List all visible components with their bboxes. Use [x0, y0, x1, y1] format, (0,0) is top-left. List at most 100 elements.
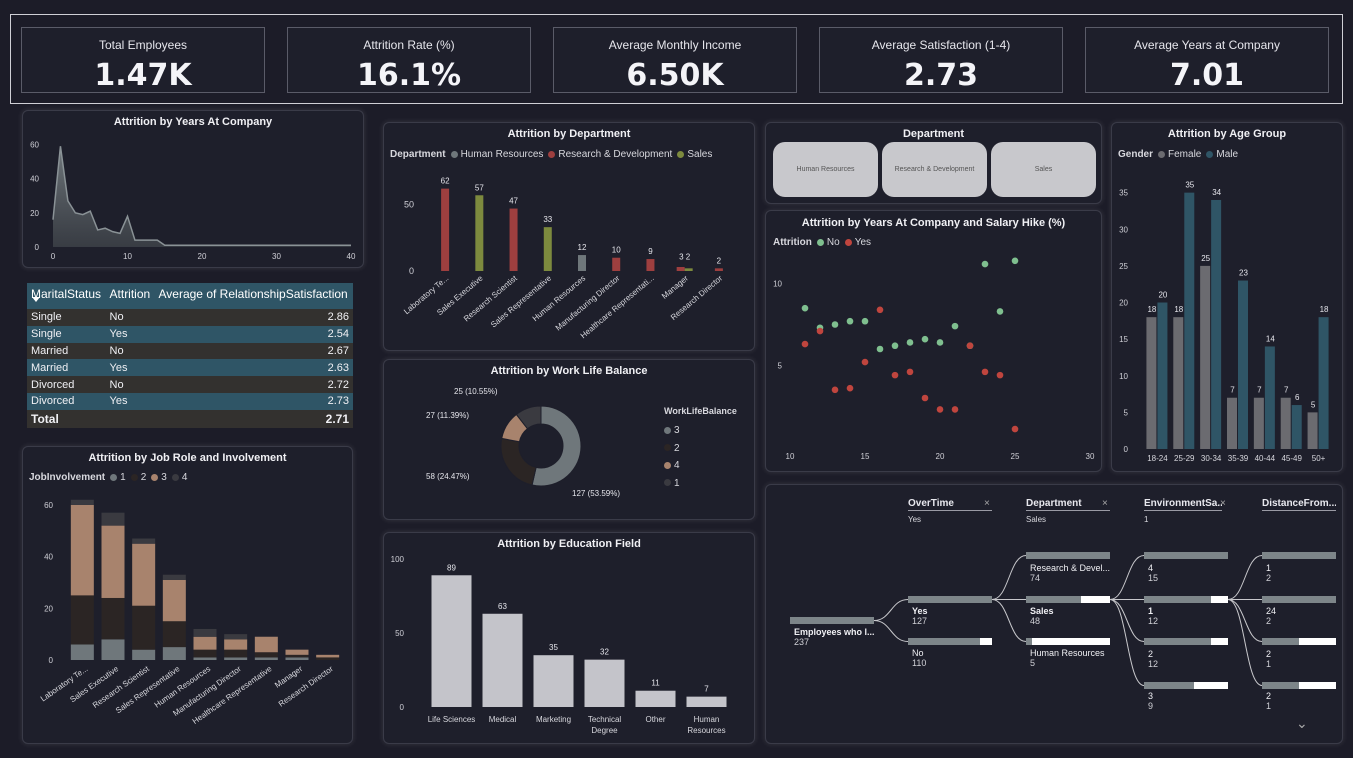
sort-desc-icon[interactable] — [32, 297, 40, 302]
stacked-bar-segment — [224, 634, 248, 640]
bar — [578, 255, 586, 271]
y-tick-label: 0 — [1124, 445, 1129, 454]
education-field-bar-chart: 0 50 100 89 Life Sciences 63 Medical 35 Marketin… — [391, 555, 727, 735]
scatter-point — [906, 368, 914, 376]
tree-node-bar[interactable] — [1144, 682, 1228, 689]
slicer-button-research-development[interactable]: Research & Development — [882, 142, 987, 197]
tree-node-bar[interactable] — [1144, 596, 1228, 603]
attrition-by-department-card[interactable]: Attrition by Department Department Human … — [383, 122, 755, 351]
scatter-point — [846, 317, 854, 325]
years-at-company-card[interactable]: Attrition by Years At Company 0 20 40 60 0 10… — [22, 110, 364, 268]
legend-row[interactable]: 1 — [664, 475, 680, 493]
work-life-balance-card[interactable]: Attrition by Work Life Balance 127 (53.5… — [383, 359, 755, 520]
stacked-bar-segment — [101, 525, 125, 598]
decomposition-tree-card[interactable]: OverTime × Yes Department × Sales Enviro… — [765, 484, 1343, 744]
x-tick-label: 18-24 — [1147, 454, 1168, 463]
table-row[interactable]: Married Yes 2.63 — [27, 359, 353, 377]
column-header[interactable]: Average of RelationshipSatisfaction — [154, 283, 353, 309]
table-cell: Yes — [105, 325, 155, 343]
level-filter: Sales — [1026, 515, 1047, 524]
tree-node-bar[interactable] — [1262, 596, 1336, 603]
scatter-point — [921, 335, 929, 343]
level-header-distance[interactable]: DistanceFrom... — [1262, 498, 1336, 511]
bar — [543, 227, 552, 271]
legend-row[interactable]: 4 — [664, 457, 680, 475]
tree-node-bar[interactable] — [908, 638, 992, 645]
tree-node-bar[interactable] — [1026, 596, 1110, 603]
slicer-button-human-resources[interactable]: Human Resources — [773, 142, 878, 197]
level-header-department[interactable]: Department — [1026, 498, 1110, 511]
age-group-card[interactable]: Attrition by Age Group Gender Female Male … — [1111, 122, 1343, 472]
legend-row[interactable]: 2 — [664, 440, 680, 458]
education-field-card[interactable]: Attrition by Education Field 0 50 100 89 Lif… — [383, 532, 755, 744]
chevron-down-icon[interactable]: ⌄ — [1296, 715, 1308, 732]
table-row[interactable]: Single Yes 2.54 — [27, 325, 353, 343]
tree-node-bar[interactable] — [790, 617, 874, 624]
area-line — [52, 146, 351, 247]
kpi-label: Average Satisfaction (1-4) — [871, 38, 1011, 52]
level-header-overtime[interactable]: OverTime — [908, 498, 992, 511]
data-label: 7 — [1284, 386, 1289, 395]
y-tick-label: 0 — [35, 243, 40, 252]
table-row[interactable]: Single No 2.86 — [27, 309, 353, 326]
column-header[interactable]: Attrition — [105, 283, 155, 309]
years-salary-scatter-chart: 5 10 10 15 20 25 30 — [773, 257, 1095, 461]
close-icon[interactable]: × — [984, 498, 990, 509]
tree-node-bar[interactable] — [1262, 552, 1336, 559]
tree-node-value: 48 — [1030, 616, 1041, 626]
y-tick-label: 35 — [1119, 189, 1128, 198]
marital-status-table[interactable]: MaritalStatus Attrition Average of Relat… — [27, 283, 353, 428]
y-tick-label: 5 — [1124, 408, 1129, 417]
level-header-environment[interactable]: EnvironmentSa... — [1144, 498, 1222, 511]
bar — [533, 655, 574, 707]
legend-title: WorkLifeBalance — [664, 406, 737, 416]
data-label: 27 (11.39%) — [426, 411, 469, 420]
tree-connector — [1227, 599, 1263, 686]
tree-node-value: 127 — [912, 616, 928, 626]
x-tick-label: 40 — [347, 252, 356, 261]
tree-node-bar[interactable] — [1262, 682, 1336, 689]
years-salary-hike-card[interactable]: Attrition by Years At Company and Salary… — [765, 210, 1102, 472]
scatter-point — [861, 358, 869, 366]
tree-node-label: 2 — [1266, 691, 1272, 701]
scatter-point — [966, 342, 974, 350]
tree-node-bar[interactable] — [1144, 638, 1228, 645]
data-label: 3 2 — [679, 252, 691, 261]
table-total-row: Total 2.71 — [27, 409, 353, 428]
data-label: 18 — [1147, 305, 1156, 314]
tree-node-label: 2 — [1266, 649, 1272, 659]
table-row[interactable]: Married No 2.67 — [27, 342, 353, 360]
y-tick-label: 50 — [404, 200, 414, 210]
bar — [1253, 397, 1264, 449]
data-label: 12 — [578, 243, 587, 252]
table-row[interactable]: Divorced No 2.72 — [27, 376, 353, 393]
bar — [1264, 346, 1275, 449]
bar — [482, 613, 523, 707]
close-icon[interactable]: × — [1102, 498, 1108, 509]
tree-node-bar[interactable] — [908, 596, 992, 603]
x-tick-label: 35-39 — [1228, 454, 1249, 463]
x-tick-label: 30 — [1086, 452, 1095, 461]
tree-node-bar[interactable] — [1026, 552, 1110, 559]
table-row[interactable]: Divorced Yes 2.73 — [27, 392, 353, 410]
column-header[interactable]: MaritalStatus — [27, 283, 106, 309]
data-label: 18 — [1174, 305, 1183, 314]
tree-node-bar[interactable] — [1144, 552, 1228, 559]
tree-node-bar[interactable] — [1026, 638, 1110, 645]
job-role-stacked-bar-chart: 0204060Laboratory Te...Sales ExecutiveRe… — [39, 499, 340, 726]
tree-node-bar[interactable] — [1262, 638, 1336, 645]
legend-row[interactable]: 3 — [664, 422, 680, 440]
kpi-satisfaction: Average Satisfaction (1-4) 2.73 — [819, 27, 1063, 93]
scatter-point — [831, 321, 839, 328]
stacked-bar-segment — [224, 649, 248, 658]
slicer-button-sales[interactable]: Sales — [991, 142, 1096, 197]
scatter-point — [891, 342, 899, 350]
table-cell: 2.86 — [154, 309, 353, 326]
y-tick-label: 30 — [1119, 225, 1128, 234]
stacked-bar-segment — [162, 647, 186, 660]
tree-connector — [873, 620, 909, 642]
close-icon[interactable]: × — [1220, 498, 1226, 509]
tree-node-label: 1 — [1266, 563, 1272, 573]
job-role-involvement-card[interactable]: Attrition by Job Role and Involvement Jo… — [22, 446, 353, 744]
legend-dot-icon — [664, 426, 671, 434]
